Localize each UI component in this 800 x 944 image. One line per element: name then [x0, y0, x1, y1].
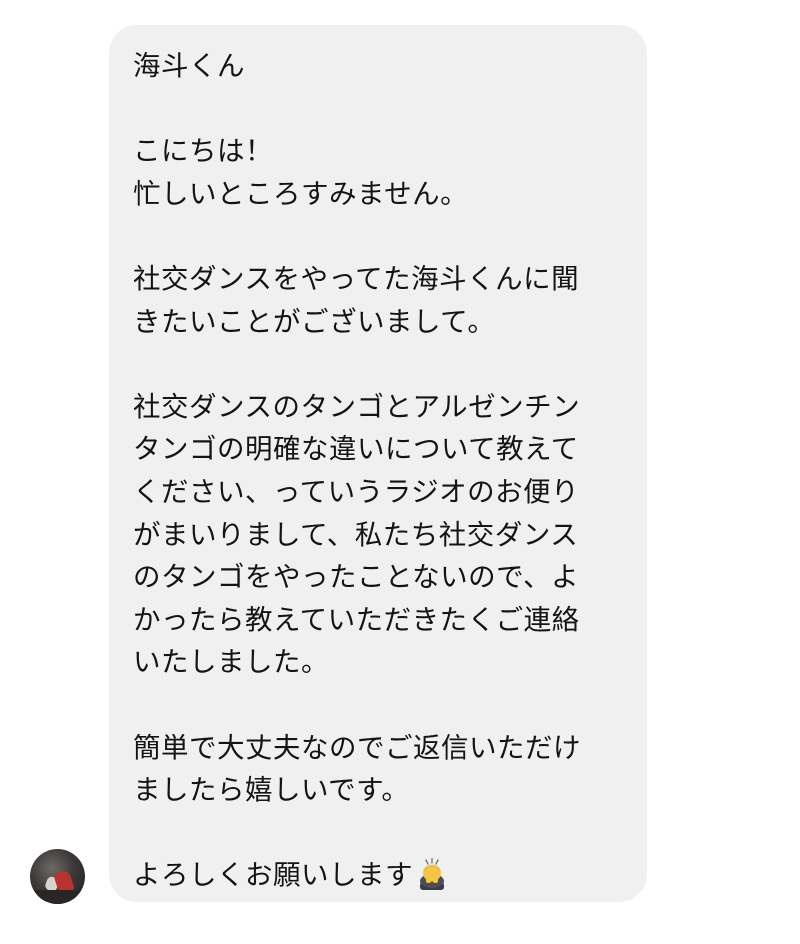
message-line: のタンゴをやったことないので、よ [133, 561, 580, 594]
message-line-blank [133, 88, 627, 131]
message-line-blank [133, 343, 627, 386]
message-line: ください、っていうラジオのお便り [133, 475, 580, 508]
bowing-person-emoji-icon [417, 857, 447, 903]
message-line-blank [133, 812, 627, 855]
message-line: タンゴの明確な違いについて教えて [133, 433, 579, 466]
sender-avatar[interactable] [30, 849, 85, 904]
message-line: ましたら嬉しいです。 [133, 774, 410, 807]
message-line-blank [133, 215, 627, 258]
message-line: いたしました。 [133, 646, 329, 679]
chat-area: 海斗くん こにちは！ 忙しいところすみません。 社交ダンスをやってた海斗くんに聞… [0, 0, 800, 944]
message-line: 海斗くん [133, 50, 245, 82]
message-line: こにちは！ [133, 135, 273, 168]
message-closing-line: よろしくお願いします [133, 854, 627, 897]
message-line: 社交ダンスをやってた海斗くんに聞 [133, 262, 580, 295]
message-line: 簡単で大丈夫なのでご返信いただけ [133, 731, 581, 764]
message-bubble[interactable]: 海斗くん こにちは！ 忙しいところすみません。 社交ダンスをやってた海斗くんに聞… [109, 25, 647, 902]
message-line: かったら教えていただきたくご連絡 [133, 603, 580, 636]
message-line: 社交ダンスのタンゴとアルゼンチン [133, 390, 581, 423]
message-line-blank [133, 684, 627, 727]
message-line: きたいことがございまして。 [133, 305, 496, 338]
message-closing-text: よろしくお願いします [133, 859, 413, 892]
avatar-floor [30, 890, 85, 904]
message-line: 忙しいところすみません。 [133, 177, 469, 210]
message-line: がまいりまして、私たち社交ダンス [133, 518, 579, 551]
